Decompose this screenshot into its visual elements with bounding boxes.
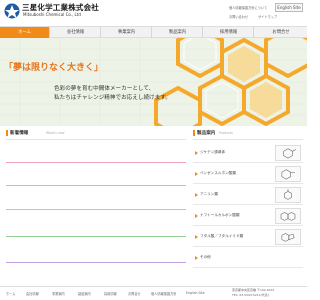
news-header: 新着情報 What's new <box>6 130 186 138</box>
hero-tagline-1: 色彩の夢を育む中間体メーカーとして、 <box>54 86 155 92</box>
arrow-right-icon <box>195 172 198 176</box>
util-link-sitemap[interactable]: サイトマップ <box>258 14 277 19</box>
product-item-diketene[interactable]: ジケテン誘導体 <box>193 143 303 163</box>
news-row[interactable] <box>6 185 186 186</box>
util-link-contact[interactable]: 個人情報保護方針について <box>229 5 267 10</box>
footer-link-business[interactable]: 事業案内 <box>52 291 65 296</box>
product-item-other[interactable]: その他 <box>193 248 303 268</box>
nav-item-home[interactable]: ホーム <box>0 27 50 38</box>
footer-link-contact[interactable]: お問合せ <box>128 291 141 296</box>
news-row[interactable] <box>6 262 186 263</box>
nav-item-contact[interactable]: お問合せ <box>255 27 307 38</box>
nav-item-company[interactable]: 会社情報 <box>51 27 101 38</box>
footer-address: 東京都中央区京橋 〒104-0031 <box>232 288 275 292</box>
nav-item-business[interactable]: 事業案内 <box>102 27 152 38</box>
chemical-structure-icon <box>275 187 301 203</box>
news-title-en: What's new <box>46 131 65 135</box>
hero-background-graphic <box>0 38 307 126</box>
products-divider <box>193 139 303 140</box>
product-label: アニリン類 <box>200 192 218 196</box>
chemical-structure-icon <box>275 145 301 161</box>
footer-link-english[interactable]: English Site <box>186 291 205 295</box>
product-item-benzenesulfonic[interactable]: ベンゼンスルホン酸類 <box>193 164 303 184</box>
product-item-naphthol[interactable]: ナフトールカルボン酸類 <box>193 206 303 226</box>
arrow-right-icon <box>195 235 198 239</box>
products-title: 製品案内 <box>193 130 215 136</box>
footer-link-privacy[interactable]: 個人情報保護方針 <box>151 291 177 296</box>
product-label: フタル酸／フタルイミド類 <box>200 234 244 238</box>
company-logo-icon[interactable] <box>4 3 20 19</box>
arrow-right-icon <box>195 256 198 260</box>
news-row[interactable] <box>6 236 186 237</box>
global-nav: ホーム 会社情報 事業案内 製品案内 採用情報 お問合せ <box>0 26 307 38</box>
footer-link-recruit[interactable]: 採用情報 <box>104 291 117 296</box>
footer-link-home[interactable]: ホーム <box>6 291 15 296</box>
site-header: 三星化学工業株式会社 Mitsuboshi Chemical Co., Ltd … <box>0 0 307 26</box>
site-footer: ホーム 会社情報 事業案内 製品案内 採用情報 お問合せ 個人情報保護方針 En… <box>0 286 307 300</box>
util-link-privacy[interactable]: お問い合わせ <box>229 14 248 19</box>
product-label: ジケテン誘導体 <box>200 150 226 154</box>
news-row[interactable] <box>6 209 186 210</box>
news-row[interactable] <box>6 162 186 163</box>
product-label: その他 <box>200 255 211 259</box>
nav-item-recruit[interactable]: 採用情報 <box>204 27 254 38</box>
english-site-button[interactable]: English Site <box>275 3 303 12</box>
arrow-right-icon <box>195 151 198 155</box>
hero-tagline-2: 私たちはチャレンジ精神でお応えし続けます。 <box>54 95 171 101</box>
hero-headline: 「夢は限りなく大きく」 <box>4 63 104 73</box>
footer-link-company[interactable]: 会社情報 <box>26 291 39 296</box>
product-item-aniline[interactable]: アニリン類 <box>193 185 303 205</box>
products-title-en: Products <box>219 131 233 135</box>
company-name-en: Mitsuboshi Chemical Co., Ltd <box>23 12 81 17</box>
nav-item-products[interactable]: 製品案内 <box>153 27 203 38</box>
product-item-phthalic[interactable]: フタル酸／フタルイミド類 <box>193 227 303 247</box>
footer-link-products[interactable]: 製品案内 <box>78 291 91 296</box>
news-divider <box>6 139 186 140</box>
footer-tel: TEL: 03-5203-5211(代表) <box>232 293 269 297</box>
news-title: 新着情報 <box>6 130 28 136</box>
chemical-structure-icon <box>275 166 301 182</box>
arrow-right-icon <box>195 214 198 218</box>
product-label: ナフトールカルボン酸類 <box>200 213 240 217</box>
chemical-structure-icon <box>275 229 301 245</box>
product-label: ベンゼンスルホン酸類 <box>200 171 236 175</box>
hero-banner: 「夢は限りなく大きく」 色彩の夢を育む中間体メーカーとして、 私たちはチャレンジ… <box>0 38 307 126</box>
chemical-structure-icon <box>275 208 301 224</box>
products-header: 製品案内 Products <box>193 130 303 138</box>
arrow-right-icon <box>195 193 198 197</box>
